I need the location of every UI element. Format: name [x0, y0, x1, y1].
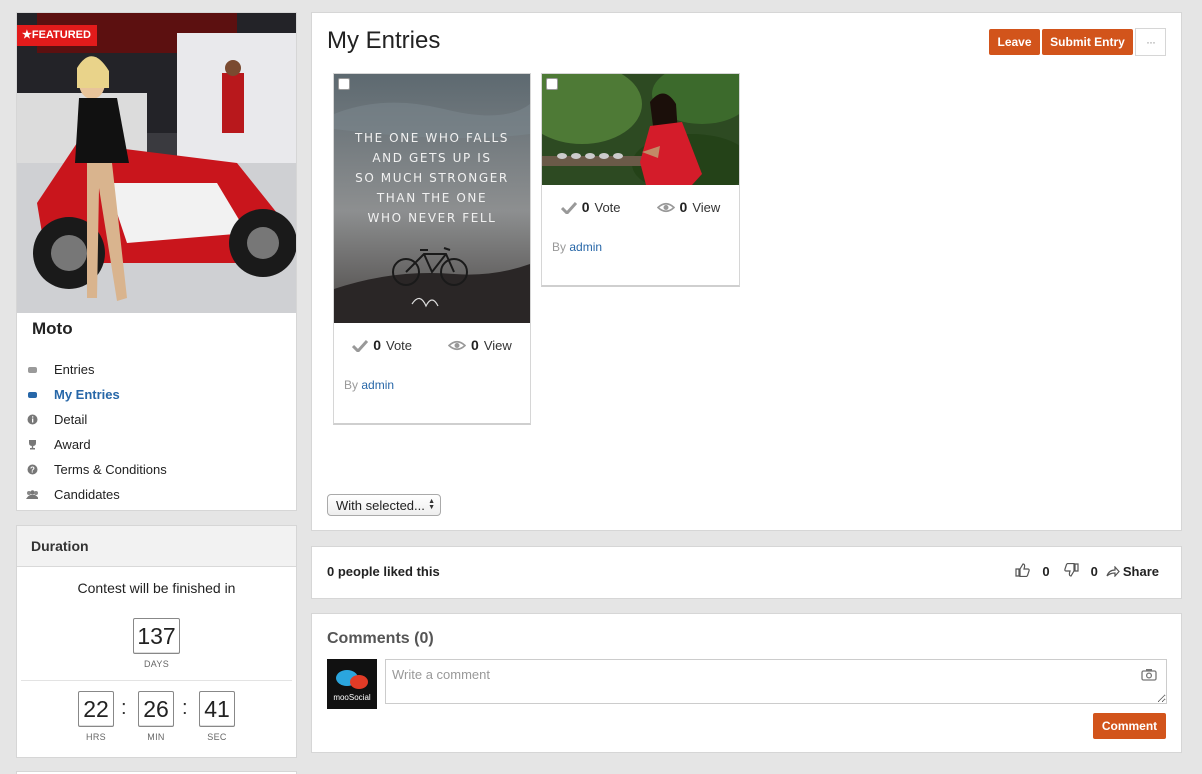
- countdown-minutes: 26: [138, 691, 174, 727]
- page-title: My Entries: [327, 27, 441, 54]
- menu-item-award[interactable]: Award: [17, 432, 296, 457]
- share-button[interactable]: Share: [1106, 564, 1159, 579]
- submit-entry-button[interactable]: Submit Entry: [1042, 29, 1133, 55]
- countdown-caption: Contest will be finished in: [77, 580, 236, 596]
- star-icon: ★: [22, 29, 32, 41]
- avatar: mooSocial: [327, 659, 377, 709]
- view-stat: 0 View: [656, 199, 720, 215]
- trophy-icon: [26, 439, 38, 451]
- svg-text:?: ?: [30, 466, 35, 475]
- my-entries-panel: My Entries Leave Submit Entry ··· THE ON…: [311, 12, 1182, 531]
- comment-button[interactable]: Comment: [1093, 713, 1166, 739]
- menu-item-detail[interactable]: Detail: [17, 407, 296, 432]
- author-link[interactable]: admin: [569, 240, 602, 254]
- entry-thumbnail[interactable]: [542, 74, 739, 185]
- contest-title: Moto: [32, 319, 73, 338]
- question-icon: ?: [26, 464, 38, 476]
- comments-title: Comments (0): [327, 630, 434, 647]
- share-icon: [1106, 566, 1120, 577]
- entry-card[interactable]: 0 Vote 0 View By admin: [541, 73, 740, 287]
- cover-photo: [17, 13, 296, 313]
- like-actions: 0 0 Share: [1015, 562, 1159, 580]
- like-count: 0: [1042, 564, 1050, 579]
- vote-stat[interactable]: 0 Vote: [560, 199, 621, 215]
- entry-thumbnail[interactable]: THE ONE WHO FALLS AND GETS UP IS SO MUCH…: [334, 74, 530, 323]
- avatar-brand-text: mooSocial: [333, 693, 371, 702]
- likes-summary: 0 people liked this: [327, 564, 440, 579]
- thumbs-up-icon[interactable]: [1015, 563, 1031, 580]
- duration-title: Duration: [17, 526, 296, 567]
- thumbs-down-icon[interactable]: [1063, 562, 1079, 580]
- countdown-hours: 22: [78, 691, 114, 727]
- contest-sidebar: ★FEATURED Moto Entries My Entries Detail…: [16, 12, 297, 511]
- camera-icon[interactable]: [1141, 668, 1157, 684]
- time-separator: :: [121, 697, 127, 719]
- bulk-action-select[interactable]: With selected... ▲ ▼: [327, 494, 441, 516]
- likes-bar: 0 people liked this 0 0 Share: [311, 546, 1182, 599]
- entry-byline: By admin: [552, 240, 603, 254]
- menu-item-candidates[interactable]: Candidates: [17, 482, 296, 507]
- comments-section: Comments (0) mooSocial Comment: [311, 613, 1182, 753]
- contest-menu: Entries My Entries Detail Award ? Terms …: [17, 357, 296, 507]
- eye-icon: [656, 202, 675, 212]
- featured-badge: ★FEATURED: [17, 25, 97, 46]
- entry-quote-text: THE ONE WHO FALLS AND GETS UP IS SO MUCH…: [355, 131, 509, 225]
- seconds-label: SEC: [207, 732, 227, 742]
- entry-photo: [542, 74, 739, 185]
- contest-cover-image[interactable]: ★FEATURED: [17, 13, 296, 313]
- leave-button[interactable]: Leave: [989, 29, 1040, 55]
- comment-input[interactable]: [385, 659, 1167, 704]
- entry-stats: 0 Vote 0 View: [542, 199, 739, 215]
- time-separator: :: [182, 697, 188, 719]
- hours-label: HRS: [86, 732, 106, 742]
- menu-item-entries[interactable]: Entries: [17, 357, 296, 382]
- more-options-button[interactable]: ···: [1135, 28, 1166, 56]
- days-label: DAYS: [143, 659, 170, 669]
- countdown-seconds: 41: [199, 691, 235, 727]
- divider: [21, 680, 292, 681]
- entry-card[interactable]: THE ONE WHO FALLS AND GETS UP IS SO MUCH…: [333, 73, 531, 425]
- dislike-count: 0: [1090, 564, 1098, 579]
- duration-widget: Duration Contest will be finished in 137…: [16, 525, 297, 758]
- entry-select-checkbox[interactable]: [546, 78, 558, 90]
- menu-item-my-entries[interactable]: My Entries: [17, 382, 296, 407]
- menu-item-terms[interactable]: ? Terms & Conditions: [17, 457, 296, 482]
- vote-stat[interactable]: 0 Vote: [352, 337, 412, 353]
- check-icon: [352, 339, 369, 352]
- eye-icon: [448, 340, 467, 350]
- view-stat: 0 View: [448, 337, 512, 353]
- info-icon: [26, 414, 38, 426]
- entries-icon: [26, 389, 38, 401]
- minutes-label: MIN: [147, 732, 165, 742]
- author-link[interactable]: admin: [361, 378, 394, 392]
- countdown-days: 137: [133, 618, 180, 654]
- entries-icon: [26, 364, 38, 376]
- entry-select-checkbox[interactable]: [338, 78, 350, 90]
- users-icon: [26, 489, 38, 501]
- entry-byline: By admin: [344, 378, 395, 392]
- check-icon: [560, 201, 577, 214]
- entry-stats: 0 Vote 0 View: [334, 337, 530, 353]
- select-arrows-icon: ▲ ▼: [428, 498, 435, 511]
